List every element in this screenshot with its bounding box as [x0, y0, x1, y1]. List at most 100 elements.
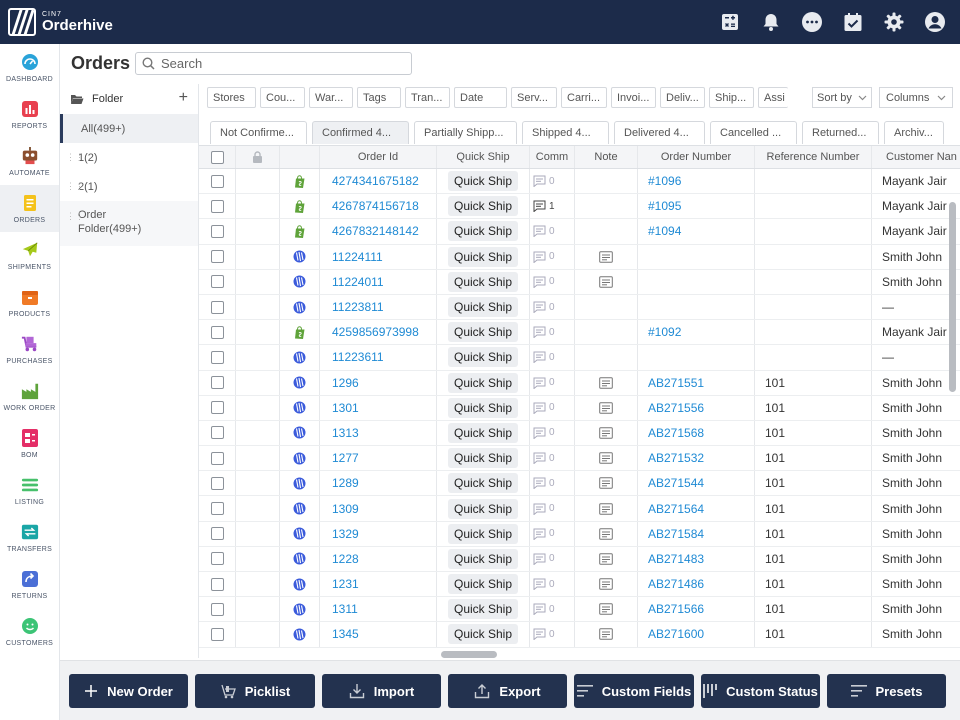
comments-count[interactable]: 0: [533, 452, 555, 465]
tab-delivered[interactable]: Delivered 4...: [614, 121, 705, 144]
filter-country[interactable]: Cou...: [260, 87, 305, 108]
column-header-order-id[interactable]: Order Id: [320, 146, 437, 168]
vertical-scroll-thumb[interactable]: [949, 202, 956, 392]
order-number-link[interactable]: AB271584: [648, 527, 704, 541]
sidebar-item-dashboard[interactable]: DASHBOARD: [0, 44, 59, 91]
columns-select[interactable]: Columns: [879, 87, 953, 108]
row-checkbox[interactable]: [210, 250, 224, 264]
quick-ship-button[interactable]: Quick Ship: [447, 523, 519, 544]
note-icon[interactable]: [599, 628, 613, 641]
order-number-link[interactable]: AB271566: [648, 602, 704, 616]
filter-invoice[interactable]: Invoi...: [611, 87, 656, 108]
order-number-link[interactable]: AB271556: [648, 401, 704, 415]
order-number-link[interactable]: AB271568: [648, 426, 704, 440]
sidebar-item-bom[interactable]: BOM: [0, 420, 59, 467]
order-number-link[interactable]: AB271532: [648, 451, 704, 465]
order-id-link[interactable]: 1345: [332, 627, 359, 641]
sidebar-item-purchases[interactable]: PURCHASES: [0, 326, 59, 373]
row-checkbox[interactable]: [210, 527, 224, 541]
quick-ship-button[interactable]: Quick Ship: [447, 297, 519, 318]
note-icon[interactable]: [599, 502, 613, 515]
table-row[interactable]: 4274341675182 Quick Ship 0 #1096 Mayank Jair: [199, 169, 960, 195]
note-icon[interactable]: [599, 553, 613, 565]
order-id-link[interactable]: 1329: [332, 527, 359, 541]
order-id-link[interactable]: 1289: [332, 476, 359, 490]
order-id-link[interactable]: 1231: [332, 577, 359, 591]
row-checkbox[interactable]: [210, 174, 224, 188]
row-checkbox[interactable]: [210, 300, 224, 314]
quick-ship-button[interactable]: Quick Ship: [447, 246, 519, 267]
row-checkbox[interactable]: [210, 350, 224, 364]
filter-service[interactable]: Serv...: [511, 87, 557, 108]
comments-count[interactable]: 0: [533, 377, 555, 389]
order-id-link[interactable]: 1309: [332, 502, 359, 516]
quick-ship-button[interactable]: Quick Ship: [447, 574, 519, 595]
row-checkbox[interactable]: [210, 275, 224, 289]
tab-confirmed[interactable]: Confirmed 4...: [312, 121, 409, 144]
folder-item-2[interactable]: ⋮⋮ 2(1): [60, 172, 198, 201]
quick-ship-button[interactable]: Quick Ship: [447, 196, 519, 217]
row-checkbox[interactable]: [210, 502, 224, 516]
user-avatar-icon[interactable]: [924, 11, 946, 33]
select-all-checkbox[interactable]: [210, 150, 224, 164]
comments-count[interactable]: 0: [533, 225, 555, 238]
order-id-link[interactable]: 1296: [332, 376, 359, 390]
note-icon[interactable]: [599, 477, 613, 490]
filter-transaction[interactable]: Tran...: [405, 87, 450, 108]
row-checkbox[interactable]: [210, 224, 224, 238]
filter-warehouse[interactable]: War...: [309, 87, 353, 108]
order-number-link[interactable]: AB271564: [648, 502, 704, 516]
sidebar-item-returns[interactable]: RETURNS: [0, 561, 59, 608]
tab-partially-shipped[interactable]: Partially Shipp...: [414, 121, 517, 144]
table-row[interactable]: 11224011 Quick Ship 0 Smith John: [199, 269, 960, 295]
row-checkbox[interactable]: [210, 602, 224, 616]
order-id-link[interactable]: 1228: [332, 552, 359, 566]
column-header-comments[interactable]: Comm: [530, 146, 575, 168]
comments-count[interactable]: 0: [533, 402, 555, 414]
order-id-link[interactable]: 1301: [332, 401, 359, 415]
search-input[interactable]: Search: [135, 52, 412, 75]
order-id-link[interactable]: 1277: [332, 451, 359, 465]
comments-count[interactable]: 0: [533, 628, 555, 641]
folder-item-1[interactable]: ⋮⋮ 1(2): [60, 143, 198, 172]
order-number-link[interactable]: #1092: [648, 325, 681, 339]
calculator-icon[interactable]: [719, 11, 741, 33]
tab-shipped[interactable]: Shipped 4...: [522, 121, 609, 144]
note-icon[interactable]: [599, 578, 613, 590]
order-id-link[interactable]: 11223611: [332, 350, 384, 364]
order-id-link[interactable]: 1311: [332, 602, 358, 616]
order-number-link[interactable]: #1095: [648, 199, 681, 213]
order-id-link[interactable]: 4267832148142: [332, 224, 419, 238]
quick-ship-button[interactable]: Quick Ship: [447, 624, 519, 645]
drag-handle-icon[interactable]: ⋮⋮: [66, 209, 84, 223]
table-row[interactable]: 11223811 Quick Ship 0—: [199, 294, 960, 321]
note-icon[interactable]: [599, 452, 613, 464]
table-row[interactable]: 1301 Quick Ship 0 AB271556 101 Smith John: [199, 395, 960, 421]
sidebar-item-products[interactable]: PRODUCTS: [0, 279, 59, 326]
filter-delivery[interactable]: Deliv...: [660, 87, 705, 108]
table-row[interactable]: 1329 Quick Ship 0 AB271584 101 Smith John: [199, 521, 960, 547]
new-order-button[interactable]: New Order: [69, 674, 188, 708]
vertical-scrollbar[interactable]: [947, 172, 957, 657]
order-id-link[interactable]: 4267874156718: [332, 199, 419, 213]
note-icon[interactable]: [599, 250, 613, 263]
table-row[interactable]: 1309 Quick Ship 0 AB271564 101 Smith John: [199, 496, 960, 522]
table-row[interactable]: 4267874156718 Quick Ship 1 #1095 Mayank Jair: [199, 194, 960, 220]
app-logo[interactable]: CIN7 Orderhive: [8, 8, 113, 36]
row-checkbox[interactable]: [210, 199, 224, 213]
table-row[interactable]: 1311 Quick Ship 0 AB271566 101 Smith John: [199, 597, 960, 623]
table-row[interactable]: 11224111 Quick Ship 0 Smith John: [199, 244, 960, 270]
note-icon[interactable]: [599, 376, 613, 389]
quick-ship-button[interactable]: Quick Ship: [447, 548, 519, 569]
sidebar-item-reports[interactable]: REPORTS: [0, 91, 59, 138]
add-folder-button[interactable]: +: [179, 89, 188, 107]
row-checkbox[interactable]: [210, 577, 224, 591]
picklist-button[interactable]: Picklist: [195, 674, 315, 708]
column-header-order-number[interactable]: Order Number: [638, 146, 755, 168]
comments-count[interactable]: 0: [533, 175, 555, 188]
sidebar-item-customers[interactable]: CUSTOMERS: [0, 608, 59, 655]
filter-stores[interactable]: Stores: [207, 87, 256, 108]
comments-count[interactable]: 0: [533, 326, 555, 339]
filter-carrier[interactable]: Carri...: [561, 87, 607, 108]
gear-icon[interactable]: [883, 11, 905, 33]
